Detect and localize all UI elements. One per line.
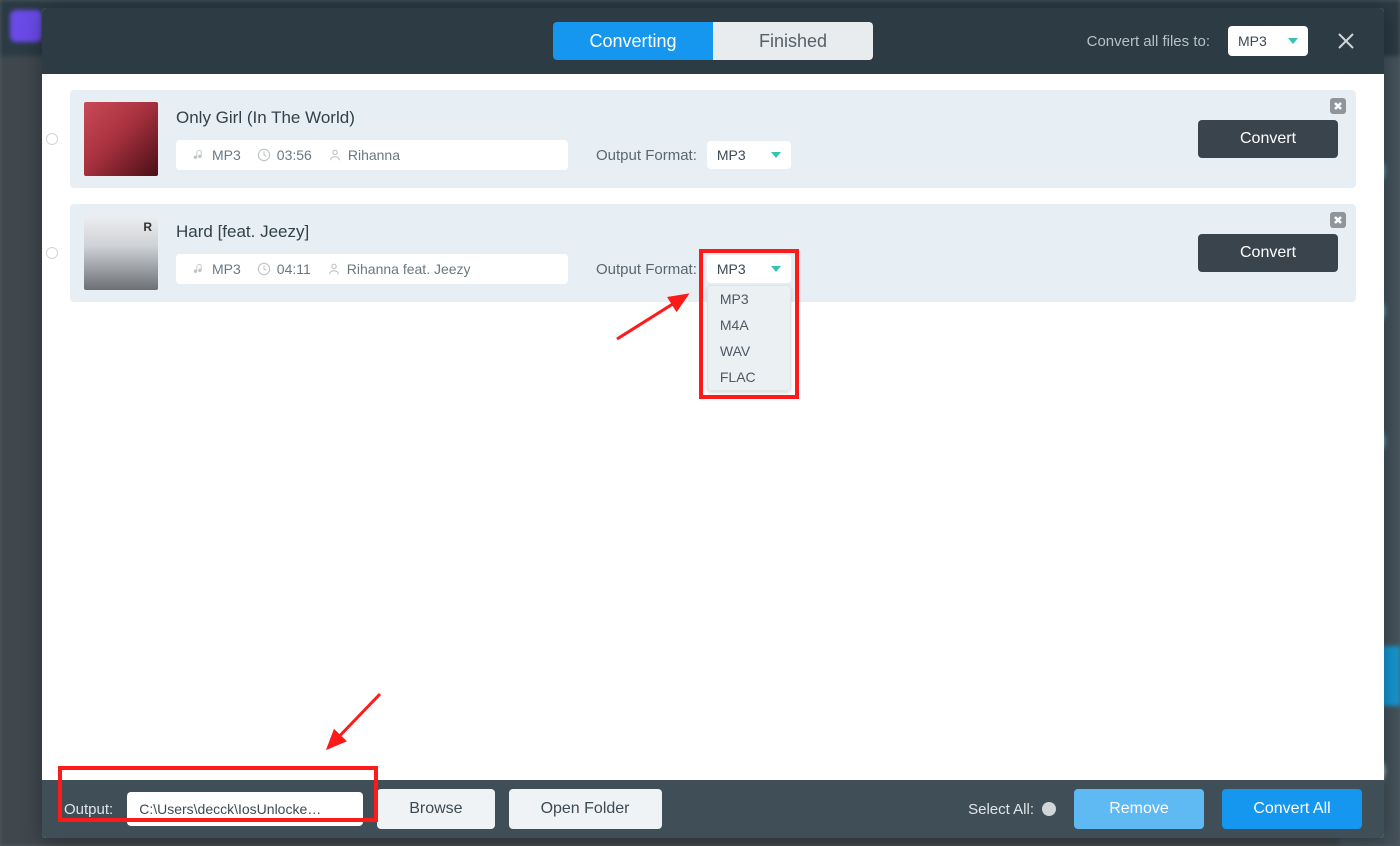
footer: Output: C:\Users\decck\IosUnlocke… Brows…: [42, 780, 1384, 838]
convert-all-select[interactable]: MP3: [1228, 26, 1308, 56]
track-title: Only Girl (In The World): [176, 108, 1198, 128]
output-format-select[interactable]: MP3: [707, 141, 791, 169]
track-artist: Rihanna: [348, 147, 400, 163]
person-icon: [327, 262, 341, 276]
track-select-radio[interactable]: [46, 247, 58, 259]
browse-button[interactable]: Browse: [377, 789, 494, 829]
convert-button[interactable]: Convert: [1198, 234, 1338, 272]
chevron-down-icon: [771, 152, 781, 158]
output-format-value: MP3: [717, 261, 746, 277]
chevron-down-icon: [1288, 38, 1298, 44]
format-dropdown: MP3 M4A WAV FLAC: [707, 285, 791, 391]
close-button[interactable]: [1326, 21, 1366, 61]
output-format-label: Output Format:: [596, 147, 697, 164]
track-duration: 03:56: [277, 147, 312, 163]
person-icon: [328, 148, 342, 162]
music-note-icon: [192, 148, 206, 162]
track-meta: MP3 03:56 Rihanna: [176, 140, 568, 170]
track-format: MP3: [212, 147, 241, 163]
header: Converting Finished Convert all files to…: [42, 8, 1384, 74]
output-label: Output:: [64, 801, 113, 818]
music-note-icon: [192, 262, 206, 276]
convert-button[interactable]: Convert: [1198, 120, 1338, 158]
album-art: [84, 216, 158, 290]
output-format-label: Output Format:: [596, 261, 697, 278]
select-all-toggle[interactable]: Select All:: [968, 801, 1056, 818]
remove-track-button[interactable]: [1330, 212, 1346, 228]
close-icon: [1334, 216, 1342, 224]
clock-icon: [257, 262, 271, 276]
convert-all-button[interactable]: Convert All: [1222, 789, 1362, 829]
converter-modal: Converting Finished Convert all files to…: [42, 8, 1384, 838]
output-format-select[interactable]: MP3: [707, 255, 791, 283]
format-option[interactable]: WAV: [708, 338, 790, 364]
track-meta: MP3 04:11 Rihanna feat. Jeezy: [176, 254, 568, 284]
track-title: Hard [feat. Jeezy]: [176, 222, 1198, 242]
format-option[interactable]: MP3: [708, 286, 790, 312]
select-all-label: Select All:: [968, 801, 1034, 818]
open-folder-button[interactable]: Open Folder: [509, 789, 662, 829]
toggle-dot: [1042, 802, 1056, 816]
chevron-down-icon: [771, 266, 781, 272]
output-format-value: MP3: [717, 147, 746, 163]
track-artist: Rihanna feat. Jeezy: [347, 261, 471, 277]
output-path-field[interactable]: C:\Users\decck\IosUnlocke…: [127, 792, 363, 826]
tab-finished[interactable]: Finished: [713, 22, 873, 60]
format-option[interactable]: FLAC: [708, 364, 790, 390]
track-format: MP3: [212, 261, 241, 277]
track-row: Only Girl (In The World) MP3 03:56: [70, 90, 1356, 188]
track-duration: 04:11: [277, 261, 311, 277]
convert-all-value: MP3: [1238, 33, 1267, 49]
format-option[interactable]: M4A: [708, 312, 790, 338]
track-list: Only Girl (In The World) MP3 03:56: [42, 74, 1384, 780]
clock-icon: [257, 148, 271, 162]
remove-button[interactable]: Remove: [1074, 789, 1204, 829]
tab-bar: Converting Finished: [553, 22, 873, 60]
tab-converting[interactable]: Converting: [553, 22, 713, 60]
close-icon: [1337, 32, 1355, 50]
track-row: Hard [feat. Jeezy] MP3 04:11: [70, 204, 1356, 302]
album-art: [84, 102, 158, 176]
remove-track-button[interactable]: [1330, 98, 1346, 114]
convert-all-label: Convert all files to:: [1087, 33, 1210, 50]
close-icon: [1334, 102, 1342, 110]
track-select-radio[interactable]: [46, 133, 58, 145]
